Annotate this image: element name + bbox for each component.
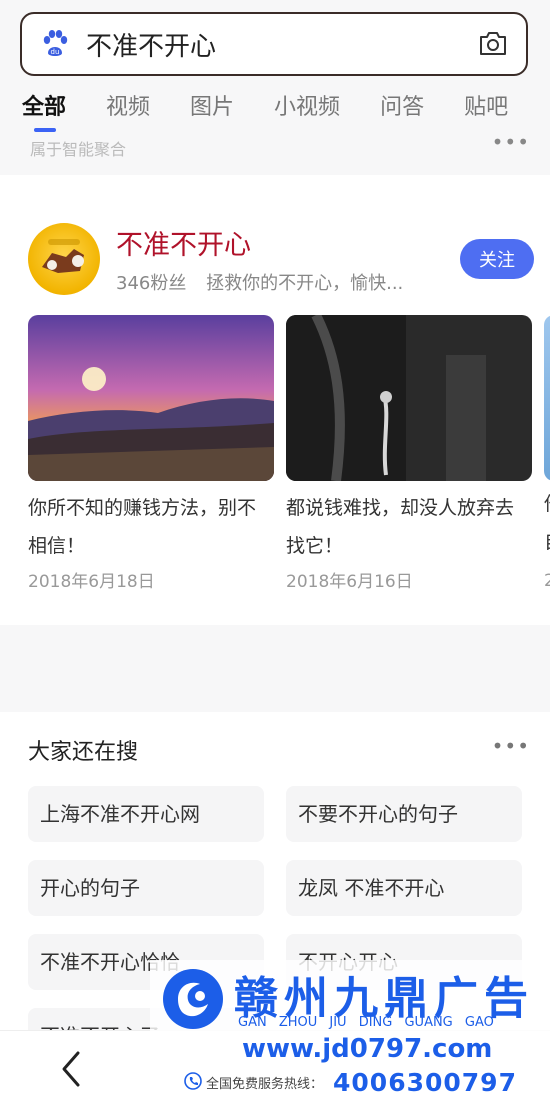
more-options-icon[interactable]: ••• — [492, 734, 530, 758]
tab-video[interactable]: 视频 — [106, 88, 150, 134]
related-search-item[interactable]: 开心的句子 — [28, 860, 264, 916]
faded-section-header: 属于智能聚合 — [30, 140, 127, 159]
fans-count: 346粉丝 — [116, 273, 187, 294]
video-card[interactable]: 都说钱难找，却没人放弃去找它！ 2018年6月16日 — [286, 315, 532, 592]
video-carousel: 你所不知的赚钱方法，别不相信！ 2018年6月18日 都说钱难找，却没人放弃去找… — [28, 315, 550, 605]
tab-tieba[interactable]: 贴吧 — [464, 88, 508, 134]
watermark-pinyin: GAN ZHOU JIU DING GUANG GAO — [238, 1015, 494, 1030]
hotline-label: 全国免费服务热线： — [206, 1077, 324, 1092]
video-card[interactable]: 你所不知的赚钱方法，别不相信！ 2018年6月18日 — [28, 315, 274, 592]
video-thumbnail[interactable] — [286, 315, 532, 481]
related-search-item[interactable]: 上海不准不开心网 — [28, 786, 264, 842]
tab-short-video[interactable]: 小视频 — [274, 88, 340, 134]
more-options-icon[interactable]: ••• — [492, 130, 530, 154]
video-title-partial[interactable]: 他 — [544, 489, 550, 516]
video-date: 2018年6月18日 — [28, 572, 155, 592]
tab-qa[interactable]: 问答 — [380, 88, 424, 134]
baidu-paw-icon: du — [38, 27, 72, 61]
video-thumbnail[interactable] — [28, 315, 274, 481]
account-name[interactable]: 不准不开心 — [116, 223, 251, 262]
search-input[interactable]: 不准不开心 — [86, 26, 476, 63]
search-tabs: 全部 视频 图片 小视频 问答 贴吧 — [0, 88, 550, 134]
tab-images[interactable]: 图片 — [190, 88, 234, 134]
video-date-partial: 2 — [544, 571, 550, 591]
jiuding-logo-icon — [160, 966, 226, 1032]
camera-icon[interactable] — [476, 27, 510, 61]
video-title[interactable]: 都说钱难找，却没人放弃去找它！ — [286, 489, 532, 565]
phone-icon — [184, 1071, 202, 1094]
watermark-hotline: 全国免费服务热线： 4006300797 — [184, 1068, 550, 1097]
account-intro: 拯救你的不开心，愉快... — [206, 273, 404, 294]
video-date: 2018年6月16日 — [286, 572, 413, 592]
search-bar[interactable]: du 不准不开心 — [20, 12, 528, 76]
related-searches-title: 大家还在搜 — [28, 740, 139, 765]
account-meta: 346粉丝 拯救你的不开心，愉快... — [116, 269, 403, 295]
follow-button[interactable]: 关注 — [460, 239, 534, 279]
active-tab-indicator — [34, 128, 56, 132]
account-avatar[interactable] — [28, 223, 100, 295]
svg-text:du: du — [51, 48, 60, 56]
video-title[interactable]: 你所不知的赚钱方法，别不相信！ — [28, 489, 274, 565]
back-arrow-icon[interactable] — [54, 1049, 88, 1089]
hotline-number: 4006300797 — [333, 1068, 517, 1097]
account-card: 不准不开心 346粉丝 拯救你的不开心，愉快... 关注 你所不知的赚钱方法，别… — [0, 175, 550, 625]
watermark-url: www.jd0797.com — [242, 1034, 493, 1064]
video-title-partial[interactable]: 自 — [544, 527, 550, 554]
advertiser-watermark: 赣州九鼎广告 GAN ZHOU JIU DING GUANG GAO www.j… — [150, 960, 550, 1107]
video-thumbnail-partial[interactable] — [544, 315, 550, 481]
related-search-item[interactable]: 不要不开心的句子 — [286, 786, 522, 842]
related-search-item[interactable]: 龙凤 不准不开心 — [286, 860, 522, 916]
